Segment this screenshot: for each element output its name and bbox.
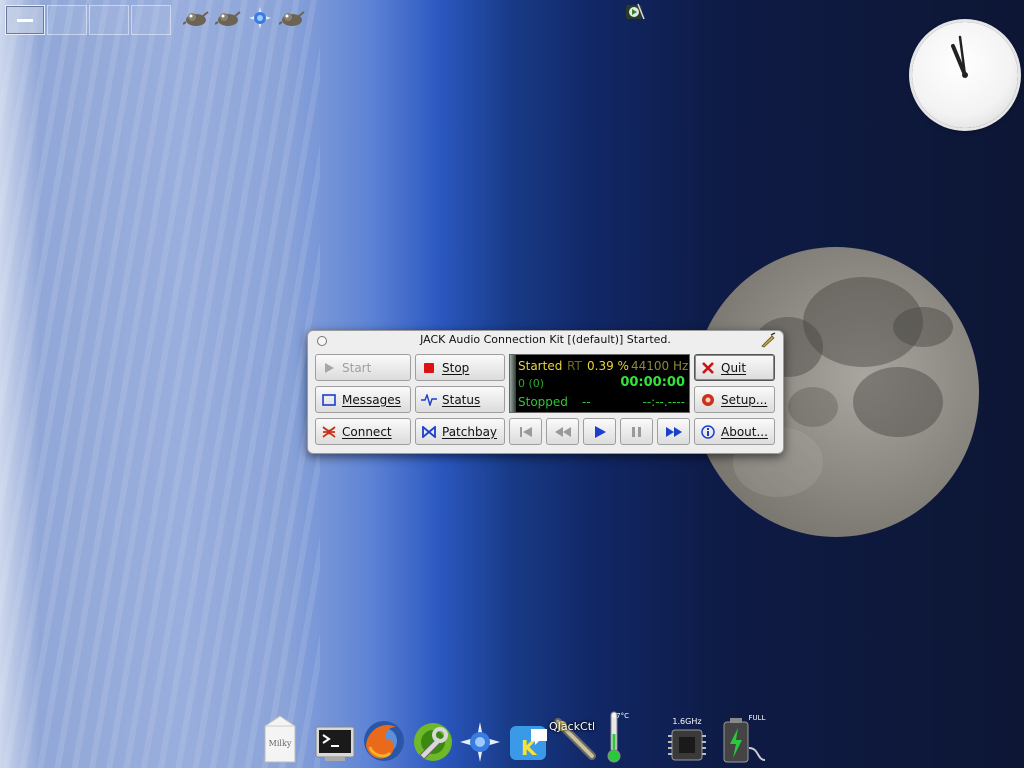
patchbay-button[interactable]: Patchbay — [415, 418, 505, 445]
setup-button-label: Setup... — [721, 392, 768, 407]
messages-icon — [321, 392, 337, 408]
connect-icon — [321, 424, 337, 440]
clock-face — [951, 35, 968, 78]
dsp-load: 0.39 % — [587, 359, 629, 373]
analog-clock — [912, 22, 1018, 128]
cpu-frequency-label: 1.6GHz — [672, 717, 701, 726]
stop-button-label: Stop — [442, 360, 470, 375]
desktop-4[interactable] — [131, 5, 171, 35]
kde-control-center-icon[interactable] — [411, 720, 455, 764]
connect-button[interactable]: Connect — [315, 418, 411, 445]
rewind-icon — [554, 426, 571, 437]
status-display[interactable]: Started RT 0.39 % 44100 Hz 0 (0) 00:00:0… — [509, 354, 690, 413]
konqueror-icon[interactable] — [458, 720, 502, 764]
firefox-icon[interactable] — [361, 718, 407, 764]
wallpaper-earth — [0, 0, 320, 768]
window-titlebar[interactable]: JACK Audio Connection Kit [(default)] St… — [308, 331, 783, 349]
about-button[interactable]: About... — [694, 418, 775, 445]
info-icon — [700, 424, 716, 440]
messages-button-label: Messages — [342, 392, 401, 407]
bottom-dock: Milky K QJackCtl 47°C 1.6GHz FULL — [257, 710, 777, 768]
connect-button-label: Connect — [342, 424, 392, 439]
battery-status-label: FULL — [749, 714, 766, 722]
sample-rate: 44100 Hz — [631, 359, 689, 373]
setup-button[interactable]: Setup... — [694, 386, 775, 413]
desktop-pager — [5, 5, 171, 35]
fast-forward-icon — [665, 426, 682, 437]
thermometer-icon[interactable]: 47°C — [601, 710, 631, 764]
desktop-1[interactable] — [5, 5, 45, 35]
cpu-monitor-icon[interactable]: 1.6GHz — [665, 714, 709, 764]
stop-button[interactable]: Stop — [415, 354, 505, 381]
milky-label: Milky — [269, 739, 292, 748]
media-player-tray-icon[interactable] — [624, 2, 646, 22]
rewind-button[interactable] — [546, 418, 579, 445]
fast-forward-button[interactable] — [657, 418, 690, 445]
gimp-icon[interactable] — [183, 6, 209, 30]
patchbay-icon — [421, 424, 437, 440]
battery-icon[interactable]: FULL — [719, 712, 769, 764]
xrun-count: 0 (0) — [518, 377, 545, 390]
skip-back-icon — [519, 426, 532, 437]
pause-icon — [631, 426, 641, 437]
messages-button[interactable]: Messages — [315, 386, 411, 413]
window-menu-button[interactable] — [317, 336, 327, 346]
play-icon — [321, 360, 337, 376]
start-button-label: Start — [342, 360, 372, 375]
status-button[interactable]: Status — [415, 386, 505, 413]
quit-icon — [700, 360, 716, 376]
milky-icon[interactable]: Milky — [260, 714, 300, 764]
patchbay-button-label: Patchbay — [442, 424, 498, 439]
quit-button[interactable]: Quit — [694, 354, 775, 381]
desktop-2[interactable] — [47, 5, 87, 35]
temperature-label: 47°C — [612, 712, 629, 720]
desktop-3[interactable] — [89, 5, 129, 35]
wallpaper-haze — [0, 0, 40, 768]
stop-icon — [421, 360, 437, 376]
quit-button-label: Quit — [721, 360, 747, 375]
play-icon — [594, 425, 606, 438]
server-state: Started — [518, 359, 563, 373]
status-button-label: Status — [442, 392, 481, 407]
rewind-to-start-button[interactable] — [509, 418, 542, 445]
konqueror-icon[interactable] — [247, 6, 273, 30]
play-button[interactable] — [583, 418, 616, 445]
top-taskbar — [183, 6, 305, 30]
transport-time: 00:00:00 — [620, 375, 685, 390]
qjackctl-dock-label: QJackCtl — [549, 720, 596, 733]
transport-state: Stopped — [518, 395, 568, 409]
setup-icon — [700, 392, 716, 408]
pause-button[interactable] — [620, 418, 653, 445]
transport-bpm: -- — [582, 395, 591, 409]
status-icon — [421, 392, 437, 408]
gimp-icon[interactable] — [279, 6, 305, 30]
start-button[interactable]: Start — [315, 354, 411, 381]
terminal-icon[interactable] — [315, 724, 355, 764]
about-button-label: About... — [721, 424, 768, 439]
qjackctl-dock-icon[interactable]: QJackCtl — [549, 714, 601, 764]
pin-icon[interactable] — [760, 332, 776, 348]
window-title: JACK Audio Connection Kit [(default)] St… — [420, 333, 671, 346]
gimp-icon[interactable] — [215, 6, 241, 30]
transport-bbt: --:--.---- — [642, 395, 686, 409]
k-app-icon[interactable]: K — [508, 722, 550, 764]
rt-indicator: RT — [567, 359, 582, 373]
jack-control-window: JACK Audio Connection Kit [(default)] St… — [307, 330, 784, 454]
